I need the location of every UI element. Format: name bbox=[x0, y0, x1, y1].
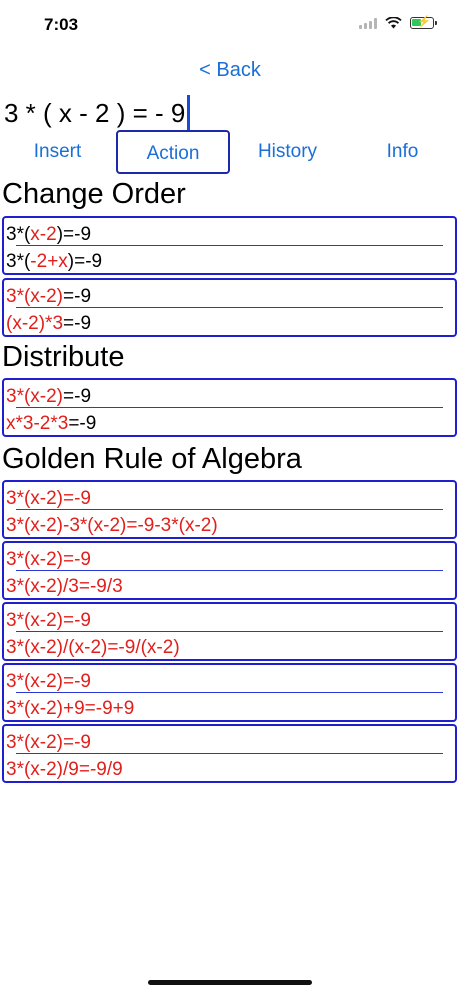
equation-segment: 3*(x-2)=-9 bbox=[6, 488, 91, 509]
equation-segment: 3*(x-2)=-9 bbox=[6, 549, 91, 570]
equation-segment: )=-9 bbox=[67, 251, 103, 272]
card-divider bbox=[16, 631, 443, 632]
equation-segment: 3*(x-2)+9=-9+9 bbox=[6, 698, 135, 719]
status-time: 7:03 bbox=[44, 15, 79, 34]
equation-before: 3*(x-2)=-9 bbox=[6, 488, 91, 510]
equation-segment: 3*(x-2)-3*(x-2)=-9-3*(x-2) bbox=[6, 515, 218, 536]
equation-segment: x*3-2*3 bbox=[6, 413, 69, 434]
status-bar: 7:03 ⚡ bbox=[0, 0, 460, 50]
action-card-change-order-1[interactable]: 3*(x-2)=-9 3*(-2+x)=-9 bbox=[2, 216, 457, 275]
equation-segment: =-9 bbox=[63, 386, 92, 407]
card-divider bbox=[16, 245, 443, 246]
card-divider bbox=[16, 692, 443, 693]
home-indicator[interactable] bbox=[148, 980, 312, 985]
section-heading-change-order: Change Order bbox=[2, 178, 186, 210]
equation-segment: 3*( bbox=[6, 224, 31, 245]
tab-action[interactable]: Action bbox=[116, 130, 230, 174]
equation-segment: 3*(x-2)/9=-9/9 bbox=[6, 759, 123, 780]
equation-after: 3*(x-2)-3*(x-2)=-9-3*(x-2) bbox=[6, 515, 218, 537]
equation-segment: x-2 bbox=[30, 224, 57, 245]
expression-text: 3 * ( x - 2 ) = - 9 bbox=[4, 97, 186, 128]
section-heading-golden-rule: Golden Rule of Algebra bbox=[2, 443, 302, 475]
equation-segment: 3*(x-2)/(x-2)=-9/(x-2) bbox=[6, 637, 180, 658]
equation-after: x*3-2*3=-9 bbox=[6, 413, 96, 435]
equation-after: (x-2)*3=-9 bbox=[6, 313, 91, 335]
equation-segment: =-9 bbox=[68, 413, 97, 434]
wifi-icon bbox=[385, 17, 402, 29]
action-card-golden-3[interactable]: 3*(x-2)=-9 3*(x-2)/(x-2)=-9/(x-2) bbox=[2, 602, 457, 661]
equation-segment: 3*(x-2) bbox=[6, 286, 64, 307]
card-divider bbox=[16, 509, 443, 510]
equation-segment: )=-9 bbox=[56, 224, 92, 245]
equation-segment: 3*( bbox=[6, 251, 31, 272]
equation-after: 3*(x-2)/3=-9/3 bbox=[6, 576, 123, 598]
equation-after: 3*(x-2)/9=-9/9 bbox=[6, 759, 123, 781]
equation-segment: (x-2)*3 bbox=[6, 313, 64, 334]
equation-segment: 3*(x-2)=-9 bbox=[6, 671, 91, 692]
equation-before: 3*(x-2)=-9 bbox=[6, 549, 91, 571]
action-card-golden-5[interactable]: 3*(x-2)=-9 3*(x-2)/9=-9/9 bbox=[2, 724, 457, 783]
text-cursor bbox=[187, 95, 191, 131]
action-card-golden-2[interactable]: 3*(x-2)=-9 3*(x-2)/3=-9/3 bbox=[2, 541, 457, 600]
status-icons: ⚡ bbox=[359, 16, 437, 29]
equation-before: 3*(x-2)=-9 bbox=[6, 671, 91, 693]
signal-icon bbox=[359, 17, 377, 29]
action-card-golden-1[interactable]: 3*(x-2)=-9 3*(x-2)-3*(x-2)=-9-3*(x-2) bbox=[2, 480, 457, 539]
back-link-row: < Back bbox=[0, 59, 460, 82]
battery-icon: ⚡ bbox=[410, 16, 437, 29]
expression-field[interactable]: 3 * ( x - 2 ) = - 9 bbox=[4, 95, 191, 131]
equation-before: 3*(x-2)=-9 bbox=[6, 732, 91, 754]
equation-before: 3*(x-2)=-9 bbox=[6, 386, 91, 408]
action-card-change-order-2[interactable]: 3*(x-2)=-9 (x-2)*3=-9 bbox=[2, 278, 457, 337]
card-divider bbox=[16, 753, 443, 754]
equation-segment: =-9 bbox=[63, 286, 92, 307]
equation-segment: =-9 bbox=[63, 313, 92, 334]
action-card-distribute-1[interactable]: 3*(x-2)=-9 x*3-2*3=-9 bbox=[2, 378, 457, 437]
tab-bar: Insert Action History Info bbox=[0, 130, 460, 174]
equation-after: 3*(x-2)/(x-2)=-9/(x-2) bbox=[6, 637, 180, 659]
card-divider bbox=[16, 570, 443, 571]
equation-segment: 3*(x-2)=-9 bbox=[6, 732, 91, 753]
equation-segment: 3*(x-2)=-9 bbox=[6, 610, 91, 631]
back-button[interactable]: < Back bbox=[199, 59, 261, 81]
equation-segment: 3*(x-2) bbox=[6, 386, 64, 407]
card-divider bbox=[16, 307, 443, 308]
equation-before: 3*(x-2)=-9 bbox=[6, 610, 91, 632]
tab-history[interactable]: History bbox=[230, 130, 345, 174]
equation-after: 3*(x-2)+9=-9+9 bbox=[6, 698, 134, 720]
equation-segment: 3*(x-2)/3=-9/3 bbox=[6, 576, 123, 597]
tab-insert[interactable]: Insert bbox=[0, 130, 115, 174]
card-divider bbox=[16, 407, 443, 408]
tab-info[interactable]: Info bbox=[345, 130, 460, 174]
equation-before: 3*(x-2)=-9 bbox=[6, 224, 91, 246]
action-card-golden-4[interactable]: 3*(x-2)=-9 3*(x-2)+9=-9+9 bbox=[2, 663, 457, 722]
equation-after: 3*(-2+x)=-9 bbox=[6, 251, 102, 273]
equation-before: 3*(x-2)=-9 bbox=[6, 286, 91, 308]
section-heading-distribute: Distribute bbox=[2, 341, 125, 373]
equation-segment: -2+x bbox=[30, 251, 68, 272]
